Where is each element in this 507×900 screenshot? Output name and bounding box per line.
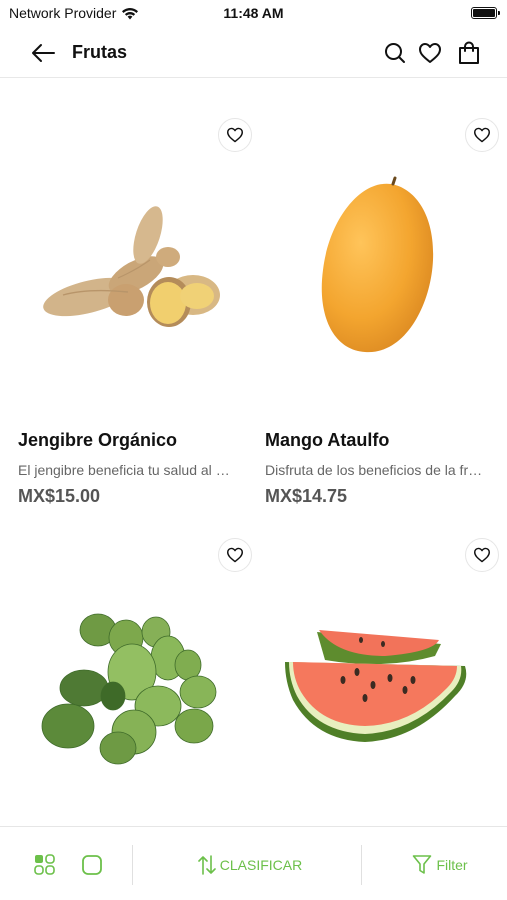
product-card[interactable] (265, 520, 505, 820)
battery-icon (471, 7, 500, 19)
heart-icon (419, 43, 441, 63)
sort-button[interactable]: CLASIFICAR (180, 851, 320, 879)
heart-icon (473, 547, 490, 563)
product-image-container[interactable] (18, 100, 258, 400)
search-icon (385, 43, 405, 63)
toolbar-divider (132, 845, 133, 885)
heart-icon (473, 127, 490, 143)
product-name[interactable]: Jengibre Orgánico (18, 430, 177, 451)
search-button[interactable] (382, 40, 408, 66)
favorite-button[interactable] (465, 538, 499, 572)
sort-label: CLASIFICAR (219, 857, 303, 873)
heart-icon (227, 127, 243, 143)
bottom-toolbar: CLASIFICAR Filter (0, 826, 507, 900)
favorite-button[interactable] (218, 538, 252, 572)
product-description: Disfruta de los beneficios de la fruta (265, 462, 487, 478)
product-description: El jengibre beneficia tu salud al mejora… (18, 462, 240, 478)
back-button[interactable] (28, 40, 58, 66)
filter-button[interactable]: Filter (400, 851, 480, 879)
status-time: 11:48 AM (223, 5, 284, 21)
status-bar: Network Provider 11:48 AM (0, 0, 507, 28)
single-view-icon (82, 855, 102, 875)
shopping-bag-icon (459, 41, 479, 64)
sort-icon (197, 855, 216, 875)
single-view-button[interactable] (77, 851, 107, 879)
grid-view-icon (34, 854, 55, 875)
grid-view-button[interactable] (30, 851, 60, 879)
product-card[interactable]: Jengibre Orgánico El jengibre beneficia … (18, 100, 258, 506)
product-price: MX$14.75 (265, 486, 348, 506)
filter-label: Filter (436, 857, 468, 873)
cart-button[interactable] (456, 40, 482, 66)
favorite-button[interactable] (465, 118, 499, 152)
product-card[interactable] (18, 520, 258, 820)
product-image-container[interactable] (265, 520, 505, 820)
toolbar-divider (361, 845, 362, 885)
product-name[interactable]: Mango Ataulfo (265, 430, 389, 451)
product-image-container[interactable] (18, 520, 258, 820)
favorite-button[interactable] (218, 118, 252, 152)
product-image-container[interactable] (265, 100, 505, 400)
back-arrow-icon (32, 44, 55, 62)
filter-icon (413, 855, 432, 874)
page-title: Frutas (72, 42, 128, 62)
heart-icon (227, 547, 243, 563)
app-header: Frutas (0, 30, 507, 78)
product-card[interactable]: Mango Ataulfo Disfruta de los beneficios… (265, 100, 505, 506)
favorites-button[interactable] (417, 40, 443, 66)
product-price: MX$15.00 (18, 486, 101, 506)
